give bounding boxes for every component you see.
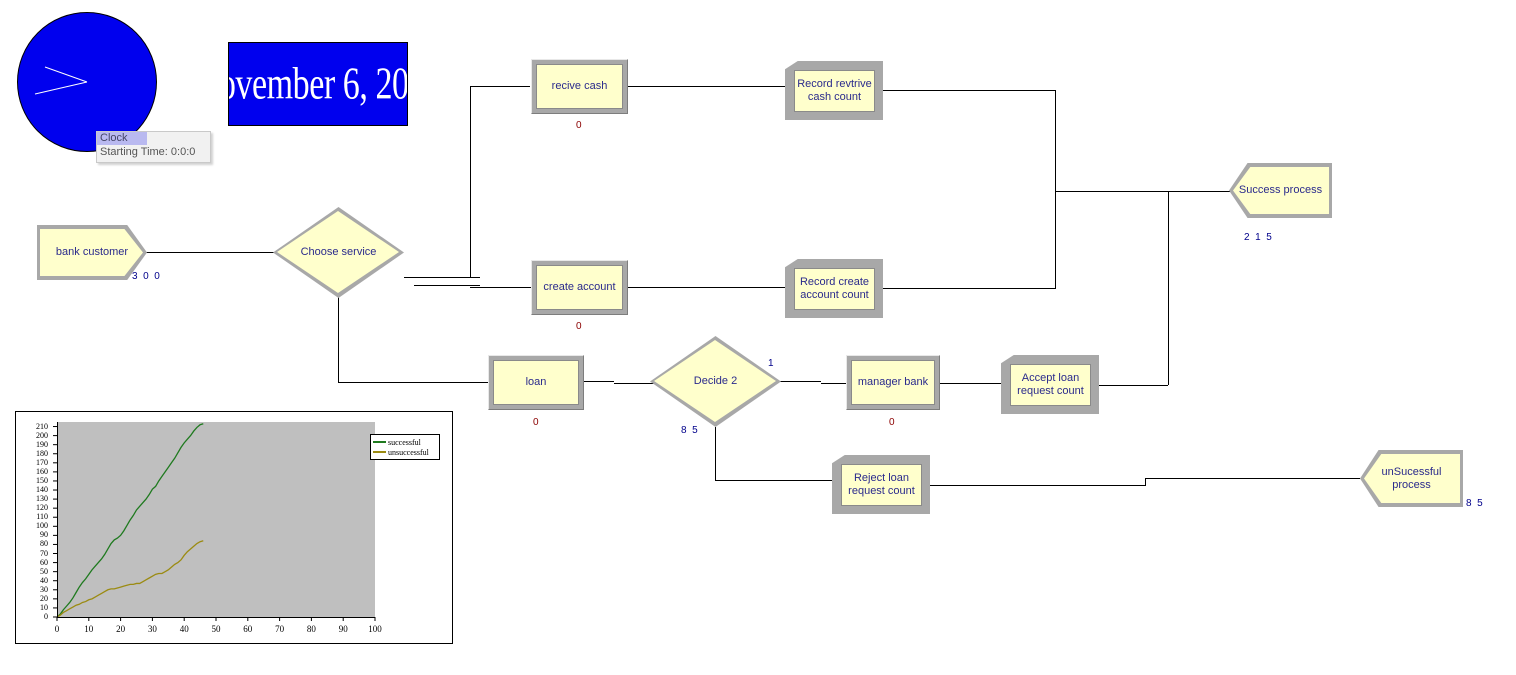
- node-unsuccessful-process-line2: process: [1392, 478, 1431, 491]
- connector-create-account-to-record: [628, 287, 785, 288]
- counter-decide-2-false: 8 5: [681, 425, 698, 436]
- clock-tooltip-title: Clock: [97, 132, 147, 145]
- node-accept-loan-request-count-line2: request count: [1017, 385, 1084, 397]
- connector-reject-to-unsuccess-a: [930, 485, 1145, 486]
- counter-unsuccessful-process: 8 5: [1466, 498, 1483, 509]
- node-record-retrieve-cash-count-line1: Record revtrive: [797, 78, 872, 90]
- connector-decide-false-down: [715, 427, 716, 480]
- node-accept-loan-request-count-inner: Accept loan request count: [1010, 364, 1091, 406]
- node-record-retrieve-cash-count[interactable]: Record revtrive cash count: [785, 61, 883, 120]
- connector-reject-to-unsuccess-b: [1145, 478, 1360, 479]
- node-unsuccessful-process[interactable]: unSucessful process: [1360, 450, 1463, 507]
- counter-loan: 0: [533, 417, 539, 428]
- chart-legend-item-unsuccessful: unsuccessful: [373, 447, 437, 457]
- node-recive-cash-inner: recive cash: [536, 64, 623, 109]
- node-choose-service-label: Choose service: [300, 246, 377, 258]
- connector-to-create-account: [470, 287, 532, 288]
- counter-decide-2-true: 1: [768, 358, 774, 369]
- node-create-account-label: create account: [543, 281, 616, 293]
- connector-choose-out-lower: [414, 285, 480, 286]
- node-accept-loan-request-count-line1: Accept loan: [1021, 372, 1080, 384]
- node-record-create-account-count[interactable]: Record create account count: [785, 259, 883, 318]
- node-reject-loan-request-count-line2: request count: [848, 485, 915, 497]
- node-success-process[interactable]: Success process: [1229, 163, 1332, 218]
- node-unsuccessful-process-label: unSucessful process: [1379, 466, 1445, 492]
- connector-loan-to-decide-b: [614, 383, 654, 384]
- connector-record-cash-to-bus: [883, 90, 1055, 91]
- connector-accept-to-riser: [1099, 385, 1168, 386]
- node-manager-bank[interactable]: manager bank: [846, 355, 940, 410]
- counter-success-process: 2 1 5: [1244, 232, 1272, 243]
- node-record-create-account-count-line2: account count: [800, 289, 869, 301]
- connector-choose-down: [338, 292, 339, 382]
- node-bank-customer[interactable]: bank customer: [37, 225, 147, 280]
- counter-recive-cash: 0: [576, 120, 582, 131]
- connector-decide-false-to-reject: [715, 480, 835, 481]
- date-banner: November 6, 2024: [228, 42, 408, 126]
- connector-bus-to-success: [1055, 191, 1230, 192]
- connector-choose-out-upper: [404, 277, 480, 278]
- node-decide-2[interactable]: Decide 2: [650, 336, 781, 427]
- node-bank-customer-label: bank customer: [55, 246, 129, 258]
- node-decide-2-label: Decide 2: [693, 375, 738, 387]
- node-manager-bank-inner: manager bank: [851, 360, 935, 405]
- connector-decide-true-a: [775, 381, 821, 382]
- node-reject-loan-request-count-inner: Reject loan request count: [841, 464, 922, 506]
- connector-record-account-to-bus: [883, 288, 1055, 289]
- node-unsuccessful-process-line1: unSucessful: [1381, 465, 1442, 478]
- clock-tooltip: Clock Starting Time: 0:0:0: [96, 131, 211, 163]
- counter-create-account: 0: [576, 321, 582, 332]
- node-reject-loan-request-count-line1: Reject loan: [853, 472, 910, 484]
- connector-recive-cash-to-record: [628, 86, 785, 87]
- node-recive-cash[interactable]: recive cash: [531, 59, 628, 114]
- connector-to-recive-cash: [470, 86, 530, 87]
- connector-customer-to-choose: [146, 252, 276, 253]
- node-loan-inner: loan: [493, 360, 579, 405]
- node-record-create-account-count-inner: Record create account count: [794, 268, 875, 310]
- connector-bus-vertical-top: [1055, 90, 1056, 191]
- connector-riser-to-recive-cash: [470, 86, 471, 278]
- node-record-create-account-count-line1: Record create: [799, 276, 870, 288]
- chart-legend-swatch-unsuccessful: [373, 451, 386, 453]
- clock-tooltip-body: Starting Time: 0:0:0: [100, 146, 196, 158]
- chart-legend-label-successful: successful: [388, 437, 421, 447]
- node-record-retrieve-cash-count-inner: Record revtrive cash count: [794, 70, 875, 112]
- node-recive-cash-label: recive cash: [551, 80, 608, 92]
- connector-bus-vertical-bottom: [1055, 191, 1056, 289]
- connector-decide-true-b: [821, 383, 846, 384]
- counter-bank-customer: 3 0 0: [132, 271, 160, 282]
- node-loan[interactable]: loan: [488, 355, 584, 410]
- connector-accept-riser: [1168, 191, 1169, 385]
- chart-legend: successful unsuccessful: [370, 434, 440, 460]
- node-loan-label: loan: [525, 376, 547, 388]
- connector-choose-to-loan: [338, 382, 488, 383]
- node-accept-loan-request-count[interactable]: Accept loan request count: [1001, 355, 1099, 414]
- connector-loan-to-decide-a: [584, 381, 614, 382]
- node-create-account-inner: create account: [536, 265, 623, 310]
- node-success-process-label: Success process: [1238, 184, 1323, 196]
- node-reject-loan-request-count[interactable]: Reject loan request count: [832, 455, 930, 514]
- node-record-retrieve-cash-count-line2: cash count: [807, 91, 862, 103]
- chart-legend-label-unsuccessful: unsuccessful: [388, 447, 429, 457]
- chart-legend-item-successful: successful: [373, 437, 437, 447]
- node-manager-bank-label: manager bank: [857, 376, 929, 388]
- node-choose-service[interactable]: Choose service: [273, 207, 404, 298]
- date-banner-text: November 6, 2024: [229, 58, 408, 110]
- chart-legend-swatch-successful: [373, 441, 386, 443]
- connector-manager-to-accept: [940, 383, 1002, 384]
- counter-manager-bank: 0: [889, 417, 895, 428]
- node-create-account[interactable]: create account: [531, 260, 628, 315]
- connector-reject-jog: [1145, 478, 1146, 486]
